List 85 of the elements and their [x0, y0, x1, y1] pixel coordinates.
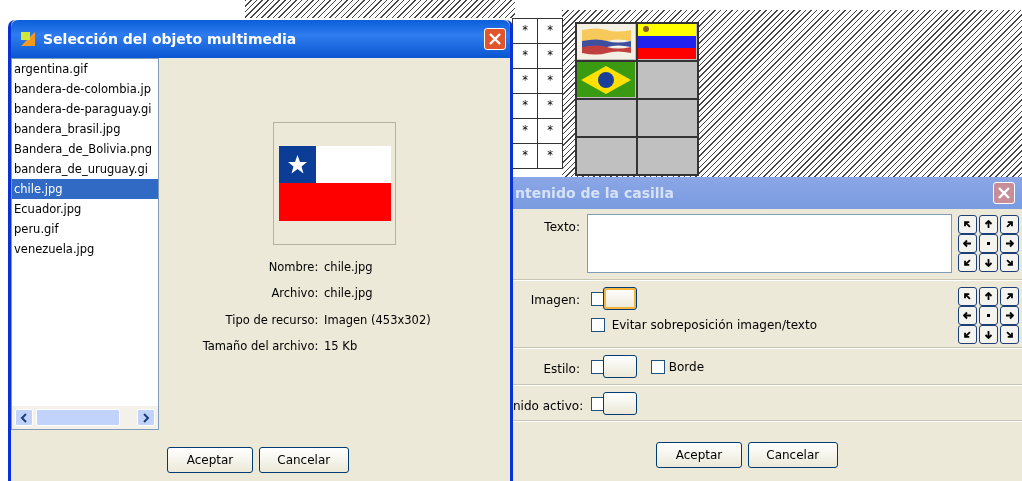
align-button[interactable] — [958, 306, 977, 325]
close-icon — [489, 33, 501, 45]
scroll-left-button[interactable] — [14, 409, 33, 427]
checkbox[interactable] — [590, 317, 605, 332]
field-value: Imagen (453x302) — [324, 311, 431, 329]
checkbox[interactable] — [590, 291, 605, 306]
field-label: nido activo: — [513, 398, 580, 415]
field-value: 15 Kb — [324, 337, 358, 355]
align-button[interactable] — [1000, 215, 1019, 234]
window-title: Selección del objeto multimedia — [43, 29, 298, 49]
arrow-icon — [1005, 330, 1014, 339]
close-button[interactable] — [993, 182, 1015, 204]
file-list-item[interactable]: bandera-de-colombia.jp — [12, 79, 158, 99]
file-list-item[interactable]: bandera_brasil.jpg — [12, 119, 158, 139]
field-label: Tamaño del archivo: — [201, 337, 319, 355]
arrow-icon — [984, 292, 993, 301]
align-button[interactable] — [958, 234, 977, 253]
arrow-icon — [1005, 311, 1014, 320]
grid-cell: * — [512, 18, 538, 44]
align-button[interactable] — [1000, 234, 1019, 253]
arrow-icon — [963, 292, 972, 301]
option-label: Evitar sobreposición imagen/texto — [611, 316, 817, 334]
picker-button[interactable] — [602, 392, 637, 415]
field-label: Estilo: — [542, 361, 580, 378]
picker-button[interactable] — [602, 287, 637, 310]
align-button[interactable] — [979, 306, 998, 325]
arrow-icon — [963, 258, 972, 267]
field-value: chile.jpg — [324, 259, 373, 276]
file-list-item[interactable]: Bandera_de_Bolivia.png — [12, 139, 158, 159]
arrow-icon — [984, 258, 993, 267]
checkbox[interactable] — [650, 359, 665, 374]
file-list-item[interactable]: chile.jpg — [12, 179, 158, 199]
close-icon — [998, 187, 1010, 199]
field-label: Texto: — [543, 219, 580, 236]
chevron-left-icon — [19, 412, 28, 423]
arrow-icon — [1005, 220, 1014, 229]
arrow-icon — [1005, 292, 1014, 301]
picker-button[interactable] — [602, 355, 637, 378]
checkbox[interactable] — [590, 396, 605, 411]
field-label: Nombre: — [267, 259, 319, 276]
arrow-icon — [963, 220, 972, 229]
field-label: Imagen: — [529, 292, 580, 309]
align-button[interactable] — [1000, 287, 1019, 306]
accept-button[interactable]: Aceptar — [167, 447, 253, 473]
align-button[interactable] — [1000, 253, 1019, 272]
arrow-icon — [963, 239, 972, 248]
app-icon — [19, 30, 37, 48]
arrow-icon — [963, 330, 972, 339]
chevron-right-icon — [142, 412, 151, 423]
align-button[interactable] — [979, 287, 998, 306]
file-list-item[interactable]: bandera-de-paraguay.gi — [12, 99, 158, 119]
arrow-icon — [963, 311, 972, 320]
file-list-item[interactable]: argentina.gif — [12, 59, 158, 79]
align-button[interactable] — [958, 253, 977, 272]
arrow-icon — [984, 220, 993, 229]
arrow-icon — [1005, 239, 1014, 248]
align-button[interactable] — [979, 325, 998, 344]
field-label: Tipo de recurso: — [224, 311, 319, 329]
file-list-item[interactable]: venezuela.jpg — [12, 239, 158, 259]
text-area[interactable] — [586, 214, 953, 273]
arrow-icon — [1005, 258, 1014, 267]
close-button[interactable] — [484, 28, 506, 50]
align-button[interactable] — [979, 234, 998, 253]
checkbox[interactable] — [590, 359, 605, 374]
align-button[interactable] — [979, 215, 998, 234]
window-title: ntenido de la casilla — [515, 183, 675, 203]
cancel-button[interactable]: Cancelar — [258, 447, 349, 473]
align-button[interactable] — [958, 287, 977, 306]
align-button[interactable] — [958, 215, 977, 234]
option-label: Borde — [668, 358, 705, 376]
align-button[interactable] — [1000, 306, 1019, 325]
scrollbar-thumb[interactable] — [35, 409, 121, 427]
scroll-right-button[interactable] — [137, 409, 156, 427]
field-value: chile.jpg — [324, 285, 373, 303]
file-list-item[interactable]: bandera_de_uruguay.gi — [12, 159, 158, 179]
align-button[interactable] — [979, 253, 998, 272]
arrow-icon — [984, 330, 993, 339]
file-list-item[interactable]: Ecuador.jpg — [12, 199, 158, 219]
file-list-item[interactable]: peru.gif — [12, 219, 158, 239]
align-button[interactable] — [1000, 325, 1019, 344]
field-label: Archivo: — [270, 285, 319, 303]
accept-button[interactable]: Aceptar — [656, 442, 742, 468]
cancel-button[interactable]: Cancelar — [747, 442, 838, 468]
grid-cell: * — [537, 18, 563, 44]
align-button[interactable] — [958, 325, 977, 344]
